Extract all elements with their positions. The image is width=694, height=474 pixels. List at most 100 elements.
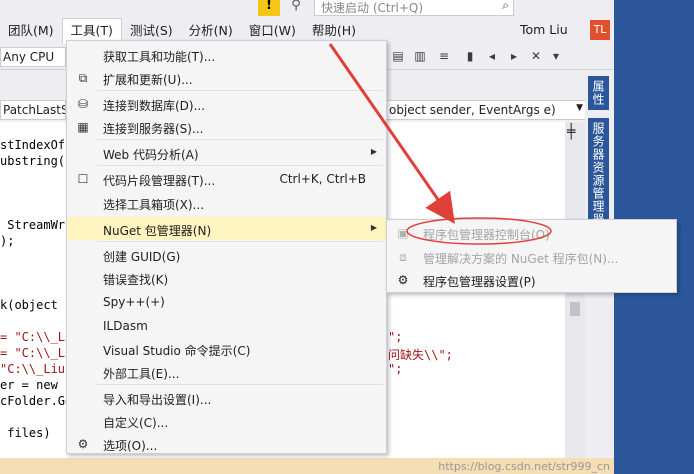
menu-analyze[interactable]: 分析(N)	[181, 20, 241, 42]
menu-item-label: 自定义(C)...	[103, 416, 169, 430]
feedback-icon[interactable]: !	[258, 0, 280, 16]
menu-item-create-guid[interactable]: 创建 GUID(G)	[67, 243, 386, 266]
submenu-item-package-settings[interactable]: ⚙ 程序包管理器设置(P)	[387, 268, 676, 291]
menu-item-label: Visual Studio 命令提示(C)	[103, 344, 251, 358]
uncomment-icon[interactable]: ▥	[412, 48, 428, 64]
next-bookmark-icon[interactable]: ▸	[506, 48, 522, 64]
menu-item-ildasm[interactable]: ILDasm	[67, 314, 386, 337]
menu-window[interactable]: 窗口(W)	[241, 20, 304, 42]
code-line: er = new I	[0, 378, 73, 392]
database-icon: ⛁	[77, 97, 89, 111]
tab-properties[interactable]: 属性	[588, 76, 609, 110]
member-navigation-dropdown[interactable]: object sender, EventArgs e) ▼	[386, 100, 586, 120]
watermark: https://blog.csdn.net/str999_cn	[438, 460, 610, 473]
code-line: files)	[0, 426, 51, 440]
menu-item-label: 外部工具(E)...	[103, 367, 180, 381]
menu-item-label: 错误查找(K)	[103, 273, 169, 287]
menu-item-nuget[interactable]: NuGet 包管理器(N) ▶	[67, 217, 386, 240]
avatar[interactable]: TL	[590, 20, 610, 40]
menu-test[interactable]: 测试(S)	[122, 20, 181, 42]
search-icon[interactable]: ⌕	[502, 0, 509, 13]
platform-select[interactable]: Any CPU	[0, 47, 66, 67]
comment-icon[interactable]: ▤	[390, 48, 406, 64]
menu-team[interactable]: 团队(M)	[0, 20, 62, 42]
bookmark-icon[interactable]: ▮	[462, 48, 478, 64]
menu-separator	[97, 90, 383, 91]
code-line: ubstring((	[0, 154, 73, 168]
menu-separator	[97, 384, 383, 385]
overflow-icon[interactable]: ▾	[548, 48, 564, 64]
menu-item-get-tools[interactable]: 获取工具和功能(T)...	[67, 43, 386, 66]
code-line: StreamWri	[0, 218, 73, 232]
tools-menu: 获取工具和功能(T)... ⧉ 扩展和更新(U)... ⛁ 连接到数据库(D).…	[66, 40, 387, 454]
menu-item-spy[interactable]: Spy++(+)	[67, 290, 386, 313]
status-bar: https://blog.csdn.net/str999_cn	[0, 458, 614, 474]
menu-separator	[97, 139, 383, 140]
nuget-submenu: ▣ 程序包管理器控制台(O) ⧈ 管理解决方案的 NuGet 程序包(N)...…	[386, 219, 677, 293]
menu-item-snippets-manager[interactable]: ☐ 代码片段管理器(T)... Ctrl+K, Ctrl+B	[67, 167, 386, 190]
menu-item-customize[interactable]: 自定义(C)...	[67, 409, 386, 432]
menu-item-choose-toolbox[interactable]: 选择工具箱项(X)...	[67, 191, 386, 214]
chevron-down-icon: ▼	[576, 103, 583, 113]
menu-separator	[97, 241, 383, 242]
menu-item-extensions[interactable]: ⧉ 扩展和更新(U)...	[67, 66, 386, 89]
menu-item-error-lookup[interactable]: 错误查找(K)	[67, 266, 386, 289]
code-line: );	[0, 234, 15, 248]
code-line: ";	[388, 362, 403, 376]
side-tabs: 属性 服务器资源管理器	[588, 76, 610, 230]
tab-server-explorer[interactable]: 服务器资源管理器	[588, 118, 609, 230]
console-icon: ▣	[397, 226, 409, 240]
menu-item-label: 连接到数据库(D)...	[103, 99, 206, 113]
menu-item-label: Spy++(+)	[103, 295, 165, 309]
gear-icon: ⚙	[77, 437, 89, 451]
submenu-item-package-console[interactable]: ▣ 程序包管理器控制台(O)	[387, 221, 676, 244]
code-line: = "C:\\_Li	[0, 346, 73, 360]
menu-item-connect-database[interactable]: ⛁ 连接到数据库(D)...	[67, 92, 386, 115]
menu-item-label: 创建 GUID(G)	[103, 250, 181, 264]
menu-separator	[97, 165, 383, 166]
menu-item-label: 选择工具箱项(X)...	[103, 198, 205, 212]
code-line: k(object s	[0, 298, 73, 312]
menu-item-connect-server[interactable]: ▦ 连接到服务器(S)...	[67, 115, 386, 138]
submenu-arrow-icon: ▶	[370, 223, 377, 232]
quick-launch-input[interactable]: 快速启动 (Ctrl+Q) ⌕	[314, 0, 514, 16]
code-line: stIndexOf	[0, 138, 66, 152]
menu-item-options[interactable]: ⚙ 选项(O)...	[67, 432, 386, 455]
user-name[interactable]: Tom Liu	[520, 22, 568, 37]
code-line: 问缺失\\";	[388, 348, 453, 362]
quick-launch-placeholder: 快速启动 (Ctrl+Q)	[321, 1, 424, 15]
submenu-item-label: 程序包管理器设置(P)	[423, 275, 536, 289]
indent-icon[interactable]: ≡	[436, 48, 452, 64]
menu-item-label: 导入和导出设置(I)...	[103, 393, 212, 407]
menu-item-web-code-analysis[interactable]: Web 代码分析(A) ▶	[67, 141, 386, 164]
checkbox-icon: ☐	[77, 172, 89, 186]
menu-item-label: 代码片段管理器(T)...	[103, 174, 216, 188]
submenu-item-manage-packages[interactable]: ⧈ 管理解决方案的 NuGet 程序包(N)...	[387, 245, 676, 268]
submenu-arrow-icon: ▶	[370, 147, 377, 156]
code-line: = "C:\\_Li	[0, 330, 73, 344]
menu-item-label: 连接到服务器(S)...	[103, 122, 204, 136]
menu-item-label: 扩展和更新(U)...	[103, 73, 193, 87]
code-line: ";	[388, 330, 403, 344]
menu-item-label: 选项(O)...	[103, 439, 158, 453]
menu-item-shortcut: Ctrl+K, Ctrl+B	[279, 172, 366, 186]
menu-item-label: Web 代码分析(A)	[103, 148, 199, 162]
menu-item-external-tools[interactable]: 外部工具(E)...	[67, 360, 386, 383]
prev-bookmark-icon[interactable]: ◂	[484, 48, 500, 64]
menu-item-label: ILDasm	[103, 319, 148, 333]
menu-item-vs-command-prompt[interactable]: Visual Studio 命令提示(C)	[67, 337, 386, 360]
gear-icon: ⚙	[397, 273, 409, 287]
member-navigation-value: object sender, EventArgs e)	[389, 103, 556, 117]
clear-bookmarks-icon[interactable]: ✕	[528, 48, 544, 64]
filter-icon[interactable]: ⚲	[286, 0, 306, 16]
scrollbar-thumb[interactable]	[570, 302, 580, 316]
code-line: "C:\\_Liu	[0, 362, 66, 376]
split-editor-icon[interactable]: ╪	[567, 124, 575, 140]
submenu-item-label: 管理解决方案的 NuGet 程序包(N)...	[423, 252, 619, 266]
server-icon: ▦	[77, 120, 89, 134]
menu-item-import-export[interactable]: 导入和导出设置(I)...	[67, 386, 386, 409]
code-line: cFolder.Ge	[0, 394, 73, 408]
type-navigation-dropdown[interactable]: PatchLastSe	[0, 100, 66, 120]
extensions-icon: ⧉	[78, 71, 88, 85]
menu-help[interactable]: 帮助(H)	[304, 20, 364, 42]
